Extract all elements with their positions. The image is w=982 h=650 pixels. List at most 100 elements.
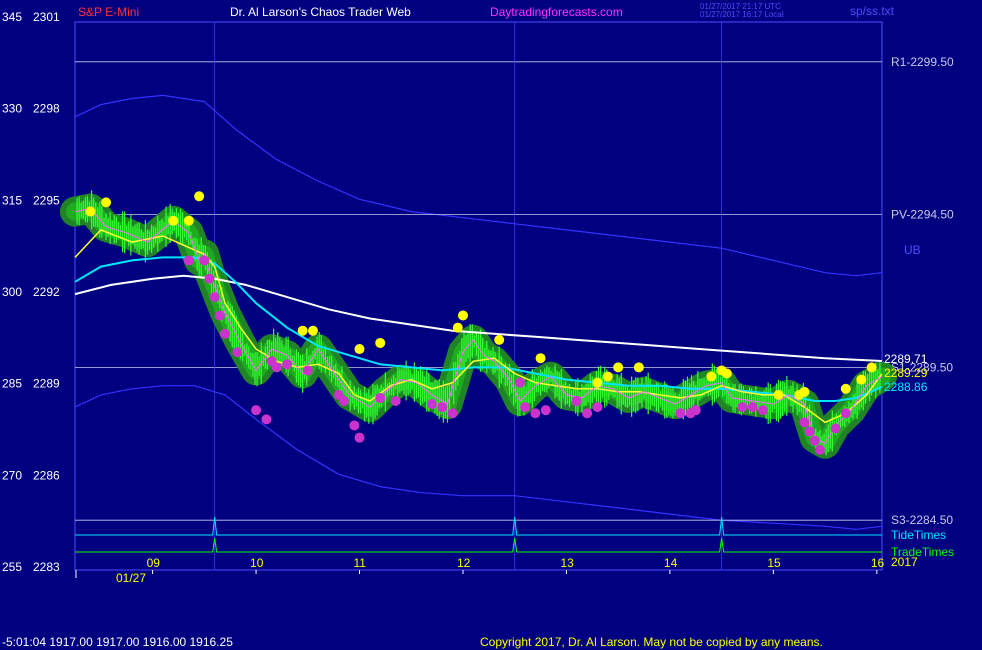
x-tick-label: 09 bbox=[147, 556, 161, 570]
y-tick-osc: 315 bbox=[2, 193, 22, 207]
yellow-dot bbox=[354, 344, 365, 355]
yellow-dot bbox=[602, 371, 613, 382]
y-tick-price: 2286 bbox=[33, 468, 60, 482]
magenta-dot bbox=[571, 396, 582, 406]
y-tick-price: 2292 bbox=[33, 285, 60, 299]
magenta-dot bbox=[804, 426, 815, 437]
yellow-dot bbox=[85, 206, 96, 217]
magenta-dot bbox=[204, 273, 215, 284]
magenta-dot bbox=[426, 399, 437, 410]
yellow-dot bbox=[721, 368, 732, 379]
cycle-line bbox=[75, 516, 882, 536]
magenta-dot bbox=[261, 414, 272, 425]
end-value-label: 2288.86 bbox=[884, 380, 928, 394]
magenta-dot bbox=[758, 405, 769, 416]
yellow-dot bbox=[613, 362, 624, 373]
magenta-dot bbox=[220, 328, 231, 339]
magenta-dot bbox=[840, 408, 851, 419]
yellow-dot bbox=[183, 215, 194, 226]
y-tick-osc: 345 bbox=[2, 10, 22, 24]
y-tick-osc: 330 bbox=[2, 102, 22, 116]
magenta-dot bbox=[349, 420, 360, 431]
yellow-dot bbox=[592, 377, 603, 388]
y-tick-osc: 300 bbox=[2, 285, 22, 299]
magenta-dot bbox=[354, 432, 365, 443]
end-value-label: 2289.29 bbox=[884, 366, 928, 380]
y-tick-price: 2301 bbox=[33, 10, 60, 24]
magenta-dot bbox=[675, 408, 686, 419]
band-label: UB bbox=[904, 243, 921, 257]
magenta-dot bbox=[375, 392, 386, 403]
magenta-dot bbox=[520, 402, 531, 413]
magenta-dot bbox=[232, 347, 243, 358]
yellow-dot bbox=[194, 191, 205, 202]
yellow-dot bbox=[101, 197, 112, 208]
level-label: PV-2294.50 bbox=[891, 208, 954, 222]
site-link[interactable]: Daytradingforecasts.com bbox=[490, 5, 623, 19]
magenta-dot bbox=[437, 402, 448, 413]
yellow-dot bbox=[706, 371, 717, 382]
copyright: Copyright 2017, Dr. Al Larson. May not b… bbox=[480, 635, 823, 649]
yellow-dot bbox=[856, 374, 867, 385]
yellow-dot bbox=[633, 362, 644, 373]
magenta-dot bbox=[690, 405, 701, 416]
x-tick-label: 11 bbox=[354, 556, 367, 570]
x-tick-label: 10 bbox=[250, 556, 264, 570]
magenta-dot bbox=[271, 362, 282, 373]
magenta-dot bbox=[199, 255, 210, 266]
y-tick-osc: 255 bbox=[2, 560, 22, 574]
magenta-dot bbox=[830, 423, 841, 434]
y-tick-price: 2298 bbox=[33, 102, 60, 116]
x-tick-label: 15 bbox=[767, 556, 781, 570]
ohlc-readout: -5:01:04 1917.00 1917.00 1916.00 1916.25 bbox=[2, 635, 233, 649]
level-label: R1-2299.50 bbox=[891, 55, 954, 69]
y-tick-price: 2295 bbox=[33, 193, 60, 207]
yellow-dot bbox=[799, 386, 810, 397]
time-local: 01/27/2017 16:17 Local bbox=[700, 10, 784, 19]
file-label: sp/ss.txt bbox=[850, 4, 895, 18]
magenta-dot bbox=[447, 408, 458, 419]
yellow-dot bbox=[168, 215, 179, 226]
x-tick-label: 16 bbox=[871, 556, 885, 570]
magenta-dot bbox=[214, 310, 225, 321]
yellow-dot bbox=[307, 325, 318, 336]
x-tick-label: 14 bbox=[664, 556, 678, 570]
magenta-dot bbox=[747, 402, 758, 413]
x-tick-label: 13 bbox=[560, 556, 574, 570]
yellow-dot bbox=[773, 389, 784, 400]
yellow-dot bbox=[494, 334, 505, 345]
year-label: 2017 bbox=[891, 555, 918, 569]
date-label: 01/27 bbox=[116, 571, 146, 585]
yellow-dot bbox=[375, 337, 386, 348]
yellow-dot bbox=[452, 322, 463, 333]
chart-title: Dr. Al Larson's Chaos Trader Web bbox=[230, 5, 411, 19]
symbol-label: S&P E-Mini bbox=[78, 5, 139, 19]
magenta-dot bbox=[209, 292, 220, 303]
y-tick-osc: 270 bbox=[2, 468, 22, 482]
magenta-dot bbox=[339, 396, 349, 406]
y-tick-price: 2289 bbox=[33, 377, 60, 391]
yellow-dot bbox=[457, 310, 468, 321]
magenta-dot bbox=[809, 435, 820, 446]
level-label: S3-2284.50 bbox=[891, 513, 953, 527]
yellow-dot bbox=[866, 362, 877, 373]
y-tick-osc: 285 bbox=[2, 377, 22, 391]
chart: R1-2299.50PV-2294.50S1-2289.50S3-2284.50… bbox=[2, 2, 954, 649]
magenta-dot bbox=[183, 255, 194, 266]
y-tick-price: 2283 bbox=[33, 560, 60, 574]
magenta-dot bbox=[540, 405, 551, 416]
magenta-dot bbox=[814, 444, 825, 455]
magenta-dot bbox=[737, 402, 748, 413]
plot-frame bbox=[74, 21, 883, 571]
magenta-dot bbox=[514, 377, 525, 388]
cycle-line bbox=[75, 537, 882, 553]
magenta-dot bbox=[251, 405, 262, 416]
yellow-dot bbox=[535, 353, 546, 364]
magenta-dot bbox=[530, 408, 541, 419]
magenta-dot bbox=[799, 417, 810, 428]
magenta-dot bbox=[592, 402, 603, 413]
cycle-label: TideTimes bbox=[891, 528, 946, 542]
x-tick-label: 12 bbox=[457, 556, 471, 570]
magenta-dot bbox=[390, 396, 401, 406]
magenta-dot bbox=[582, 408, 593, 419]
